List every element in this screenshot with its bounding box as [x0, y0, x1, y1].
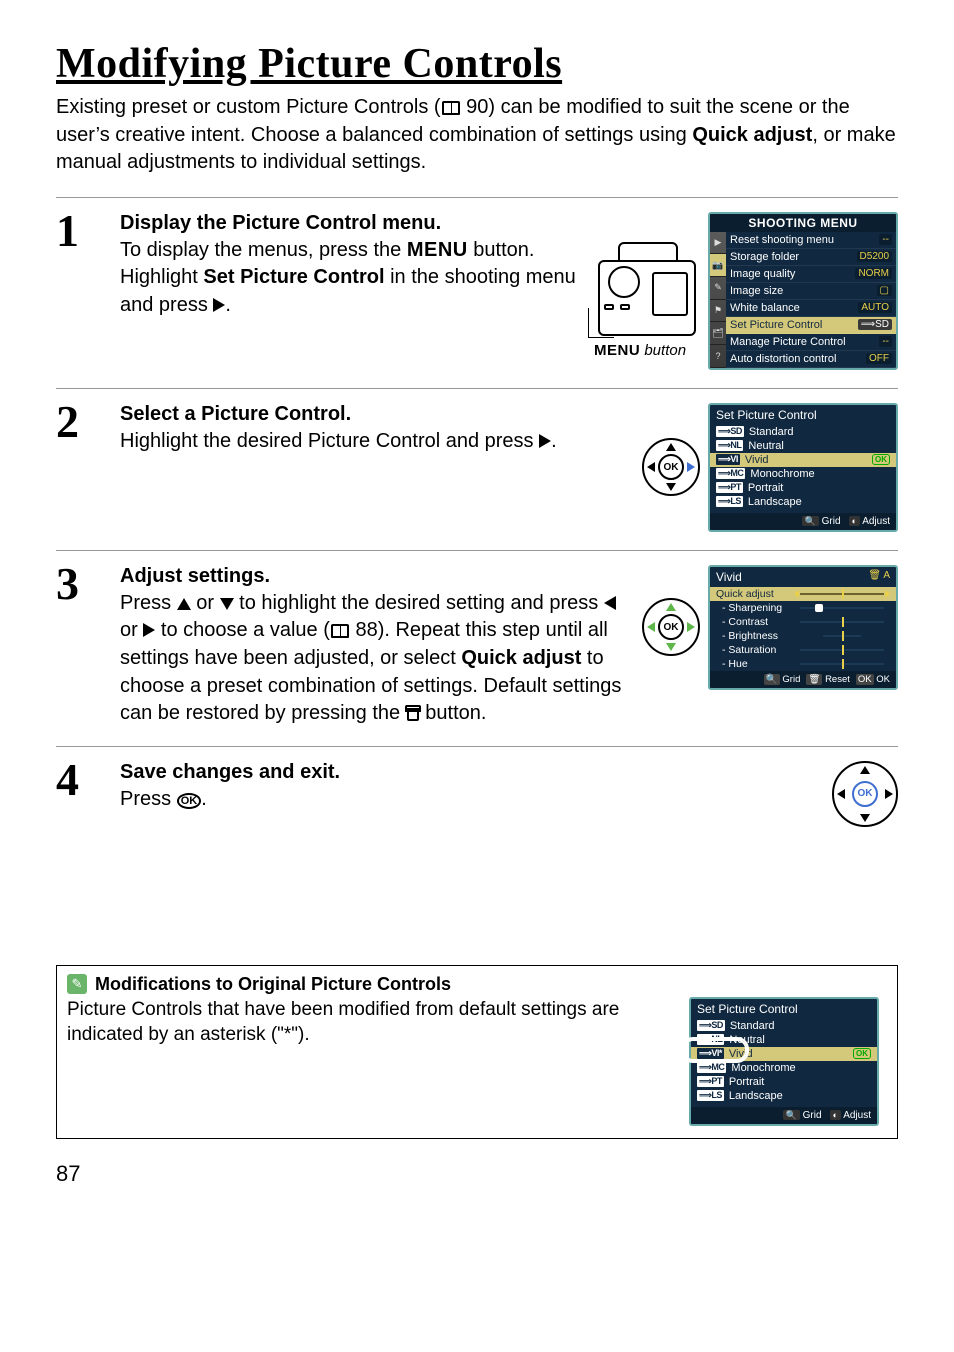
note-text: Picture Controls that have been modified…	[67, 997, 673, 1048]
asterisk-callout	[683, 1039, 747, 1061]
step-2: 2 Select a Picture Control. Highlight th…	[56, 388, 898, 550]
note-title: Modifications to Original Picture Contro…	[95, 974, 451, 995]
step-1-text: To display the menus, press the MENU but…	[120, 237, 576, 320]
step-2-title: Select a Picture Control.	[120, 403, 624, 426]
trash-icon	[406, 705, 420, 721]
page-number: 87	[56, 1161, 898, 1187]
step-3-text: Press or to highlight the desired settin…	[120, 590, 624, 728]
intro-paragraph: Existing preset or custom Picture Contro…	[56, 94, 898, 177]
book-icon	[442, 101, 460, 115]
step-1-title: Display the Picture Control menu.	[120, 212, 576, 235]
step-number: 3	[56, 563, 102, 604]
pencil-icon: ✎	[67, 974, 87, 994]
step-3: 3 Adjust settings. Press or to highlight…	[56, 550, 898, 746]
step-number: 2	[56, 401, 102, 442]
note-box: ✎ Modifications to Original Picture Cont…	[56, 965, 898, 1139]
right-arrow-icon	[213, 298, 225, 312]
right-arrow-icon	[539, 434, 551, 448]
step-4-text: Press OK.	[120, 786, 814, 814]
step-2-text: Highlight the desired Picture Control an…	[120, 428, 624, 456]
book-icon	[331, 624, 349, 638]
step-number: 4	[56, 759, 102, 800]
note-set-picture-control-screenshot: Set Picture Control ⟹SDStandard ⟹NLNeutr…	[689, 997, 879, 1126]
multi-selector-all-icon: OK	[642, 598, 700, 656]
shooting-menu-screenshot: SHOOTING MENU ▶📷✎⚑🗂? Reset shooting menu…	[708, 212, 898, 370]
camera-back-illustration: MENU button	[594, 212, 702, 359]
page-title: Modifying Picture Controls	[56, 40, 898, 88]
multi-selector-right-icon: OK	[642, 438, 700, 496]
step-1: 1 Display the Picture Control menu. To d…	[56, 197, 898, 388]
set-picture-control-screenshot: Set Picture Control ⟹SDStandard ⟹NLNeutr…	[708, 403, 898, 532]
step-4-title: Save changes and exit.	[120, 761, 814, 784]
right-arrow-icon	[143, 623, 155, 637]
up-arrow-icon	[177, 598, 191, 610]
adjust-settings-screenshot: Vivid🗑 A Quick adjust - Sharpening - Con…	[708, 565, 898, 690]
menu-button-caption: MENU button	[594, 342, 702, 359]
down-arrow-icon	[220, 598, 234, 610]
step-number: 1	[56, 210, 102, 251]
step-3-title: Adjust settings.	[120, 565, 624, 588]
multi-selector-ok-icon: OK	[832, 761, 898, 827]
ok-button-icon: OK	[177, 793, 202, 809]
step-4: 4 Save changes and exit. Press OK. OK	[56, 746, 898, 845]
left-arrow-icon	[604, 596, 616, 610]
